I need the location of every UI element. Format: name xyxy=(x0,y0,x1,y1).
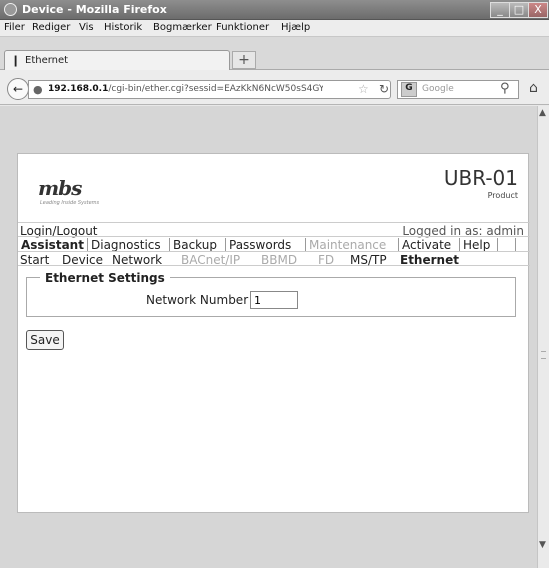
search-engine-icon[interactable]: G xyxy=(401,82,417,97)
save-button[interactable]: Save xyxy=(26,330,64,350)
content-viewport: mbs Leading Inside Systems UBR-01 Produc… xyxy=(0,106,537,568)
search-box[interactable]: G Google ⚲ xyxy=(397,80,519,99)
device-title: UBR-01 xyxy=(443,166,518,190)
menu-diagnostics[interactable]: Diagnostics xyxy=(88,238,170,252)
submenu-network[interactable]: Network xyxy=(112,253,162,267)
search-icon[interactable]: ⚲ xyxy=(500,81,510,96)
logo-text: mbs xyxy=(38,176,82,200)
network-number-label: Network Number xyxy=(146,293,249,307)
navigation-bar: ← ● 192.168.0.1/cgi-bin/ether.cgi?sessid… xyxy=(0,70,549,105)
tab-ethernet[interactable]: ❙ Ethernet xyxy=(4,50,230,70)
submenu-fd[interactable]: FD xyxy=(318,253,334,267)
back-arrow-icon[interactable]: ← xyxy=(7,78,29,100)
sub-menu: Start Device Network BACnet/IP BBMD FD M… xyxy=(18,251,530,267)
submenu-ethernet[interactable]: Ethernet xyxy=(400,253,459,267)
menu-help[interactable]: Help xyxy=(460,238,498,252)
tab-bar: ❙ Ethernet + xyxy=(0,37,549,70)
vertical-scrollbar[interactable]: ▲ ▼ xyxy=(537,106,549,568)
scroll-down-icon[interactable]: ▼ xyxy=(539,540,546,550)
menu-activate[interactable]: Activate xyxy=(399,238,460,252)
menu-assistant[interactable]: Assistant xyxy=(18,238,88,252)
maximize-button[interactable]: □ xyxy=(509,2,529,18)
scroll-grip[interactable] xyxy=(541,351,546,359)
minimize-button[interactable]: _ xyxy=(490,2,510,18)
menu-vis[interactable]: Vis xyxy=(79,22,94,33)
globe-icon: ● xyxy=(33,83,43,96)
device-subtitle: Product xyxy=(487,191,518,200)
menu-funktioner[interactable]: Funktioner xyxy=(216,22,269,33)
logo-tagline: Leading Inside Systems xyxy=(40,200,100,206)
firefox-icon xyxy=(4,3,17,16)
url-text: 192.168.0.1/cgi-bin/ether.cgi?sessid=EAz… xyxy=(48,84,323,94)
page-icon: ❙ xyxy=(11,54,21,67)
menu-filer[interactable]: Filer xyxy=(4,22,25,33)
menu-historik[interactable]: Historik xyxy=(104,22,142,33)
network-number-input[interactable] xyxy=(250,291,298,309)
menu-backup[interactable]: Backup xyxy=(170,238,226,252)
menu-separator xyxy=(498,238,516,252)
url-bar[interactable]: ● 192.168.0.1/cgi-bin/ether.cgi?sessid=E… xyxy=(28,80,391,99)
search-placeholder: Google xyxy=(422,84,454,94)
ethernet-settings-legend: Ethernet Settings xyxy=(40,271,170,285)
reload-icon[interactable]: ↻ xyxy=(379,82,389,96)
device-page: mbs Leading Inside Systems UBR-01 Produc… xyxy=(17,153,530,513)
window-titlebar: Device - Mozilla Firefox _ □ X xyxy=(0,0,549,20)
menu-bar: Filer Rediger Vis Historik Bogmærker Fun… xyxy=(0,20,549,37)
url-host: 192.168.0.1 xyxy=(48,84,109,94)
home-icon[interactable]: ⌂ xyxy=(529,80,538,96)
bookmark-star-icon[interactable]: ☆ xyxy=(358,82,369,96)
new-tab-button[interactable]: + xyxy=(232,51,256,69)
submenu-bbmd[interactable]: BBMD xyxy=(261,253,297,267)
main-menu: Assistant Diagnostics Backup Passwords M… xyxy=(18,236,530,252)
submenu-device[interactable]: Device xyxy=(62,253,103,267)
close-button[interactable]: X xyxy=(528,2,548,18)
submenu-mstp[interactable]: MS/TP xyxy=(350,253,387,267)
menu-maintenance[interactable]: Maintenance xyxy=(306,238,399,252)
url-path: /cgi-bin/ether.cgi?sessid=EAzKkN6NcW50sS… xyxy=(108,84,323,94)
submenu-start[interactable]: Start xyxy=(20,253,49,267)
mbs-logo: mbs Leading Inside Systems xyxy=(32,172,104,210)
menu-rediger[interactable]: Rediger xyxy=(32,22,70,33)
tab-label: Ethernet xyxy=(25,55,69,66)
scroll-up-icon[interactable]: ▲ xyxy=(539,108,546,118)
window-title: Device - Mozilla Firefox xyxy=(22,3,167,16)
login-row: Login/Logout Logged in as: admin xyxy=(18,222,530,238)
submenu-bacnet-ip[interactable]: BACnet/IP xyxy=(181,253,240,267)
menu-bogmaerker[interactable]: Bogmærker xyxy=(153,22,212,33)
menu-hjaelp[interactable]: Hjælp xyxy=(281,22,310,33)
menu-passwords[interactable]: Passwords xyxy=(226,238,306,252)
